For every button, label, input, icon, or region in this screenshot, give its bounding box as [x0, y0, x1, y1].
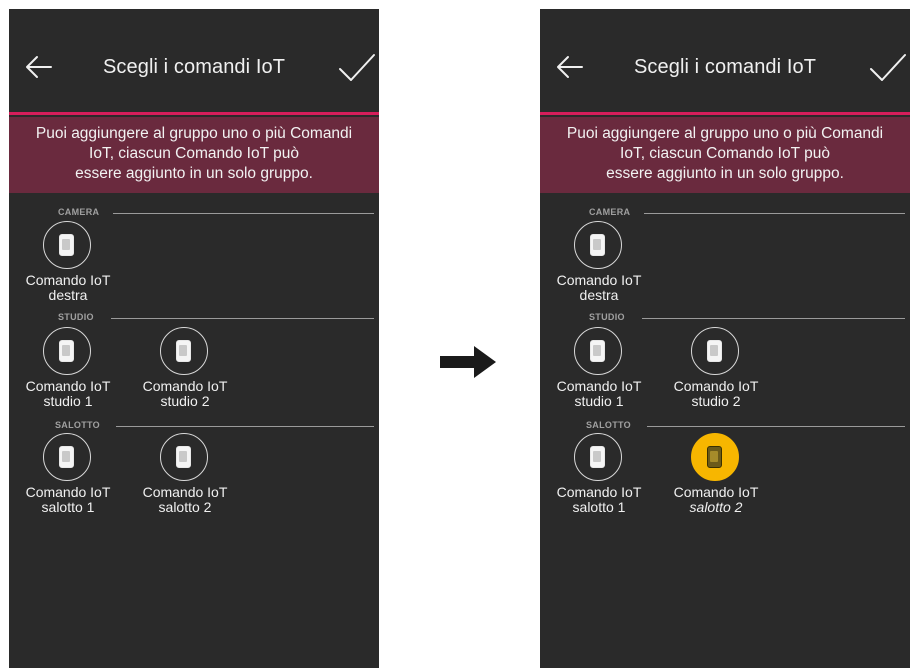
app-header: Scegli i comandi IoT	[9, 9, 379, 111]
device-label: Comando IoT studio 2	[661, 379, 771, 409]
section-header-studio: STUDIO	[540, 312, 910, 324]
device-location: studio 2	[160, 393, 210, 409]
section-header-salotto: SALOTTO	[9, 420, 379, 432]
switch-icon	[59, 446, 74, 468]
device-name: Comando IoT	[556, 272, 642, 288]
device-button[interactable]	[43, 221, 91, 269]
device-button-selected[interactable]	[691, 433, 739, 481]
arrow-right-icon	[440, 346, 496, 378]
device-label: Comando IoT salotto 2	[130, 485, 240, 515]
device-location: studio 1	[43, 393, 93, 409]
switch-icon	[707, 340, 722, 362]
device-name: Comando IoT	[673, 484, 759, 500]
section-label: STUDIO	[589, 312, 625, 322]
section-label: SALOTTO	[55, 420, 100, 430]
info-line: Puoi aggiungere al gruppo uno o più Coma…	[566, 125, 884, 142]
info-line: Puoi aggiungere al gruppo uno o più Coma…	[35, 125, 353, 142]
section-label: SALOTTO	[586, 420, 631, 430]
device-label: Comando IoT salotto 2	[661, 485, 771, 515]
device-button[interactable]	[160, 433, 208, 481]
section-divider	[644, 213, 905, 214]
device-name: Comando IoT	[25, 272, 111, 288]
device-button[interactable]	[574, 433, 622, 481]
device-location: studio 1	[574, 393, 624, 409]
device-label: Comando IoT destra	[544, 273, 654, 303]
accent-divider	[9, 112, 379, 115]
section-divider	[647, 426, 905, 427]
device-name: Comando IoT	[556, 378, 642, 394]
device-label: Comando IoT salotto 1	[544, 485, 654, 515]
device-location: destra	[48, 287, 88, 303]
section-label: CAMERA	[589, 207, 631, 217]
info-line: essere aggiunto in un solo gruppo.	[75, 165, 313, 182]
device-button[interactable]	[574, 221, 622, 269]
device-button[interactable]	[43, 433, 91, 481]
section-label: STUDIO	[58, 312, 94, 322]
screen-after: Scegli i comandi IoT Puoi aggiungere al …	[540, 9, 910, 668]
device-name: Comando IoT	[142, 484, 228, 500]
screen-before: Scegli i comandi IoT Puoi aggiungere al …	[9, 9, 379, 668]
device-button[interactable]	[691, 327, 739, 375]
info-line: IoT, ciascun Comando IoT può	[620, 145, 830, 162]
section-header-studio: STUDIO	[9, 312, 379, 324]
device-button[interactable]	[160, 327, 208, 375]
switch-icon	[707, 446, 722, 468]
switch-icon	[176, 340, 191, 362]
confirm-checkmark-icon[interactable]	[337, 51, 377, 85]
switch-icon	[176, 446, 191, 468]
info-line: essere aggiunto in un solo gruppo.	[606, 165, 844, 182]
device-location: salotto 2	[689, 499, 743, 515]
section-divider	[116, 426, 374, 427]
section-header-salotto: SALOTTO	[540, 420, 910, 432]
device-name: Comando IoT	[556, 484, 642, 500]
device-name: Comando IoT	[142, 378, 228, 394]
device-button[interactable]	[43, 327, 91, 375]
info-line: IoT, ciascun Comando IoT può	[89, 145, 299, 162]
switch-icon	[590, 234, 605, 256]
device-location: salotto 1	[41, 499, 95, 515]
device-label: Comando IoT studio 1	[544, 379, 654, 409]
switch-icon	[590, 340, 605, 362]
section-header-camera: CAMERA	[540, 207, 910, 219]
device-name: Comando IoT	[25, 484, 111, 500]
info-banner: Puoi aggiungere al gruppo uno o più Coma…	[540, 117, 910, 193]
info-banner: Puoi aggiungere al gruppo uno o più Coma…	[9, 117, 379, 193]
device-name: Comando IoT	[673, 378, 759, 394]
switch-icon	[59, 340, 74, 362]
device-location: salotto 2	[158, 499, 212, 515]
device-label: Comando IoT studio 1	[13, 379, 123, 409]
device-label: Comando IoT destra	[13, 273, 123, 303]
section-divider	[111, 318, 374, 319]
switch-icon	[59, 234, 74, 256]
section-header-camera: CAMERA	[9, 207, 379, 219]
page-title: Scegli i comandi IoT	[633, 56, 817, 78]
device-location: destra	[579, 287, 619, 303]
confirm-checkmark-icon[interactable]	[868, 51, 908, 85]
device-label: Comando IoT salotto 1	[13, 485, 123, 515]
section-divider	[642, 318, 905, 319]
page-title: Scegli i comandi IoT	[102, 56, 286, 78]
device-location: studio 2	[691, 393, 741, 409]
switch-icon	[590, 446, 605, 468]
device-name: Comando IoT	[25, 378, 111, 394]
device-location: salotto 1	[572, 499, 626, 515]
section-divider	[113, 213, 374, 214]
section-label: CAMERA	[58, 207, 100, 217]
device-label: Comando IoT studio 2	[130, 379, 240, 409]
accent-divider	[540, 112, 910, 115]
device-button[interactable]	[574, 327, 622, 375]
app-header: Scegli i comandi IoT	[540, 9, 910, 111]
